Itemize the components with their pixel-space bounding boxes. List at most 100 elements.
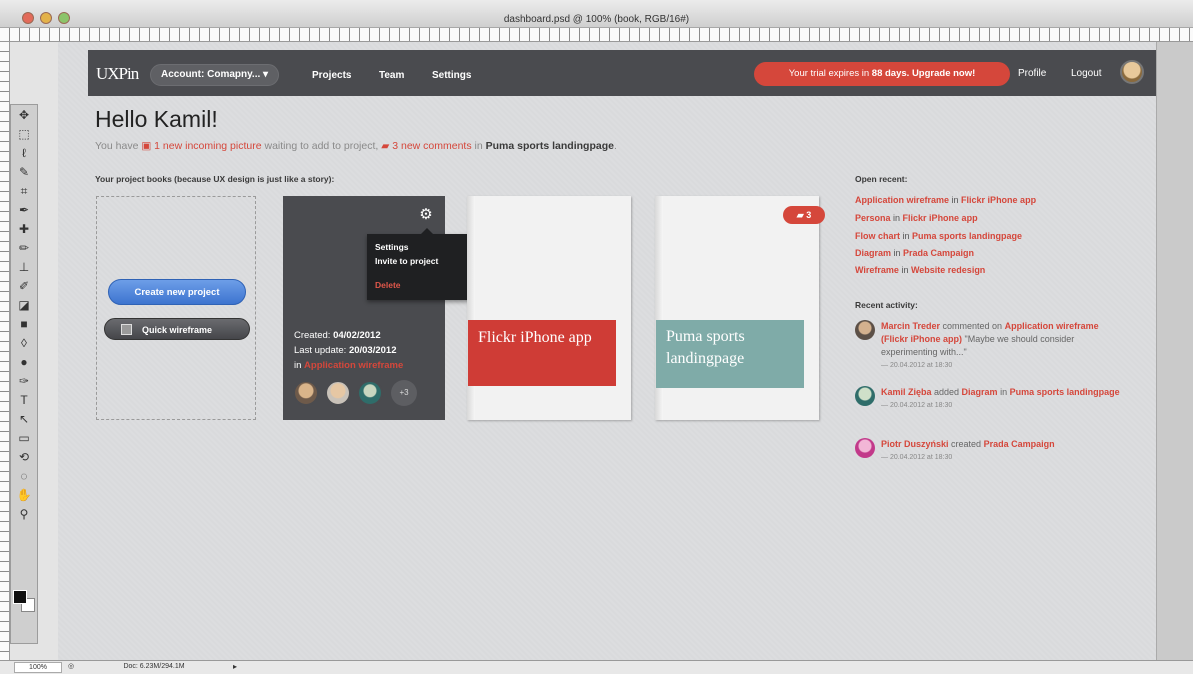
profile-link[interactable]: Profile bbox=[1018, 68, 1046, 79]
avatar[interactable] bbox=[855, 320, 875, 340]
book-spine bbox=[467, 196, 475, 420]
recent-item-project[interactable]: Flickr iPhone app bbox=[903, 213, 978, 223]
more-members-badge[interactable]: +3 bbox=[391, 380, 417, 406]
member-avatar[interactable] bbox=[293, 380, 319, 406]
title-bar: dashboard.psd @ 100% (book, RGB/16#) bbox=[0, 0, 1193, 28]
activity-user-link[interactable]: Kamil Zięba bbox=[881, 387, 932, 397]
wireframe-icon bbox=[121, 324, 132, 335]
move-tool-icon[interactable]: ✥ bbox=[15, 107, 33, 124]
recent-item[interactable]: Wireframe in Website redesign bbox=[855, 265, 985, 275]
comments-count: 3 bbox=[806, 210, 812, 220]
hand-tool-icon[interactable]: ✋ bbox=[15, 487, 33, 504]
activity-text: Kamil Zięba added Diagram in Puma sports… bbox=[881, 386, 1121, 412]
logout-link[interactable]: Logout bbox=[1071, 68, 1102, 79]
activity-user-link[interactable]: Piotr Duszyński bbox=[881, 439, 949, 449]
nav-link-team[interactable]: Team bbox=[379, 70, 404, 81]
recent-item-name[interactable]: Diagram bbox=[855, 248, 891, 258]
recent-item-name[interactable]: Persona bbox=[855, 213, 891, 223]
incoming-picture-link[interactable]: 1 new incoming picture bbox=[154, 140, 261, 152]
notification-project-link[interactable]: Puma sports landingpage bbox=[486, 140, 614, 152]
avatar[interactable] bbox=[855, 386, 875, 406]
popup-arrow bbox=[421, 228, 433, 234]
page-title: Hello Kamil! bbox=[95, 106, 218, 132]
book-options-menu: Settings Invite to project Delete bbox=[367, 228, 483, 300]
shape-tool-icon[interactable]: ▭ bbox=[15, 430, 33, 447]
recent-item-in: in bbox=[900, 231, 913, 241]
lasso-tool-icon[interactable]: ℓ bbox=[15, 145, 33, 162]
member-avatar[interactable] bbox=[357, 380, 383, 406]
user-avatar[interactable] bbox=[1120, 60, 1144, 84]
avatar[interactable] bbox=[855, 438, 875, 458]
recent-item[interactable]: Application wireframe in Flickr iPhone a… bbox=[855, 195, 1036, 205]
menu-item-settings[interactable]: Settings bbox=[375, 240, 475, 254]
comment-icon: ▰ bbox=[381, 140, 393, 152]
dodge-tool-icon[interactable]: ● bbox=[15, 354, 33, 371]
created-date: 04/02/2012 bbox=[333, 330, 381, 341]
crop-tool-icon[interactable]: ⌗ bbox=[15, 183, 33, 200]
activity-target-link[interactable]: Prada Campaign bbox=[984, 439, 1055, 449]
foreground-color-swatch[interactable] bbox=[13, 590, 27, 604]
activity-action: commented on bbox=[940, 321, 1005, 331]
healing-tool-icon[interactable]: ✚ bbox=[15, 221, 33, 238]
recent-item[interactable]: Flow chart in Puma sports landingpage bbox=[855, 231, 1022, 241]
upgrade-link[interactable]: Upgrade now! bbox=[912, 68, 975, 79]
activity-time: — 20.04.2012 at 18:30 bbox=[881, 402, 953, 409]
recent-item-name[interactable]: Application wireframe bbox=[855, 195, 949, 205]
member-avatar[interactable] bbox=[325, 380, 351, 406]
gear-icon[interactable]: ⚙ bbox=[417, 206, 435, 224]
history-brush-icon[interactable]: ✐ bbox=[15, 278, 33, 295]
type-tool-icon[interactable]: T bbox=[15, 392, 33, 409]
recent-item-in: in bbox=[890, 213, 903, 223]
updated-date: 20/03/2012 bbox=[348, 345, 397, 356]
brush-tool-icon[interactable]: ✏ bbox=[15, 240, 33, 257]
open-recent-title: Open recent: bbox=[855, 174, 908, 184]
status-menu-arrow-icon[interactable]: ▸ bbox=[233, 662, 237, 671]
recent-item-project[interactable]: Prada Campaign bbox=[903, 248, 974, 258]
status-icon[interactable]: ◎ bbox=[68, 662, 74, 670]
recent-item[interactable]: Persona in Flickr iPhone app bbox=[855, 213, 978, 223]
recent-item-project[interactable]: Website redesign bbox=[911, 265, 985, 275]
window-title: dashboard.psd @ 100% (book, RGB/16#) bbox=[503, 14, 690, 25]
stamp-tool-icon[interactable]: ⊥ bbox=[15, 259, 33, 276]
recent-item-project[interactable]: Flickr iPhone app bbox=[961, 195, 1036, 205]
recent-item-name[interactable]: Wireframe bbox=[855, 265, 899, 275]
create-new-project-button[interactable]: Create new project bbox=[108, 279, 246, 305]
comments-badge[interactable]: ▰ 3 bbox=[783, 206, 825, 224]
pen-tool-icon[interactable]: ✑ bbox=[15, 373, 33, 390]
recent-item-project[interactable]: Puma sports landingpage bbox=[912, 231, 1022, 241]
menu-item-delete[interactable]: Delete bbox=[375, 278, 475, 292]
new-comments-link[interactable]: 3 new comments bbox=[392, 140, 471, 152]
activity-user-link[interactable]: Marcin Treder bbox=[881, 321, 940, 331]
path-select-tool-icon[interactable]: ↖ bbox=[15, 411, 33, 428]
quick-wireframe-button[interactable]: Quick wireframe bbox=[104, 318, 250, 340]
menu-item-invite[interactable]: Invite to project bbox=[375, 254, 475, 268]
blur-tool-icon[interactable]: ◊ bbox=[15, 335, 33, 352]
3d-rotate-tool-icon[interactable]: ⟲ bbox=[15, 449, 33, 466]
zoom-field[interactable]: 100% bbox=[14, 662, 62, 673]
activity-project-link[interactable]: Puma sports landingpage bbox=[1010, 387, 1120, 397]
project-book-puma-sports[interactable]: ▰ 3 Puma sports landingpage bbox=[655, 196, 825, 420]
project-book-application-wireframe[interactable]: ⚙ Settings Invite to project Delete Crea… bbox=[283, 196, 483, 420]
account-dropdown[interactable]: Account: Comapny... ▾ bbox=[150, 64, 280, 86]
3d-orbit-tool-icon[interactable]: ◌ bbox=[15, 468, 33, 485]
updated-label: Last update: bbox=[294, 345, 349, 356]
project-book-flickr-iphone-app[interactable]: Flickr iPhone app bbox=[467, 196, 631, 420]
trial-banner[interactable]: Your trial expires in 88 days. Upgrade n… bbox=[754, 62, 1010, 86]
activity-target-link[interactable]: Diagram bbox=[962, 387, 998, 397]
nav-link-settings[interactable]: Settings bbox=[432, 70, 471, 81]
uxpin-logo[interactable]: UXPin bbox=[96, 64, 139, 84]
book-title-flickr: Flickr iPhone app bbox=[468, 320, 616, 386]
notification-period: . bbox=[613, 140, 617, 152]
eraser-tool-icon[interactable]: ◪ bbox=[15, 297, 33, 314]
book-project-link[interactable]: Application wireframe bbox=[304, 360, 403, 371]
gradient-tool-icon[interactable]: ■ bbox=[15, 316, 33, 333]
right-scroll-area[interactable] bbox=[1156, 42, 1193, 660]
recent-item-name[interactable]: Flow chart bbox=[855, 231, 900, 241]
nav-link-projects[interactable]: Projects bbox=[312, 70, 351, 81]
quick-select-tool-icon[interactable]: ✎ bbox=[15, 164, 33, 181]
marquee-tool-icon[interactable]: ⬚ bbox=[15, 126, 33, 143]
recent-item[interactable]: Diagram in Prada Campaign bbox=[855, 248, 974, 258]
eyedropper-tool-icon[interactable]: ✒ bbox=[15, 202, 33, 219]
notification-line: You have ▣ 1 new incoming picture waitin… bbox=[95, 140, 617, 152]
zoom-tool-icon[interactable]: ⚲ bbox=[15, 506, 33, 523]
